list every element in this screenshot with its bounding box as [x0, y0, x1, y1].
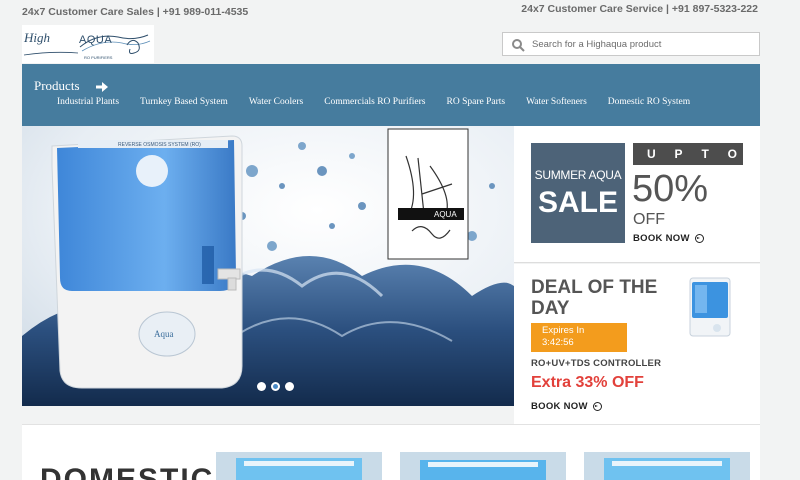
- book-now-label: BOOK NOW: [531, 401, 588, 412]
- nav-item-commercial-ro-purifiers[interactable]: Commercials RO Purifiers: [324, 97, 425, 107]
- logo-tagline: RO PURIFIERS: [84, 55, 113, 60]
- slider-dot-active[interactable]: [271, 382, 280, 391]
- sale-line2: SALE: [537, 186, 618, 219]
- deal-product-image[interactable]: [687, 276, 733, 338]
- discount-off-label: OFF: [633, 211, 665, 228]
- svg-text:Aqua: Aqua: [154, 329, 174, 339]
- expires-label: Expires In: [542, 325, 585, 336]
- nav-item-domestic-ro-system[interactable]: Domestic RO System: [608, 97, 690, 107]
- nav-item-industrial-plants[interactable]: Industrial Plants: [57, 97, 119, 107]
- product-card-image[interactable]: [216, 452, 382, 480]
- products-label[interactable]: Products: [34, 78, 80, 94]
- product-card-image[interactable]: [584, 452, 750, 480]
- slider-dot[interactable]: [257, 382, 266, 391]
- service-contact: 24x7 Customer Care Service | +91 897-532…: [521, 3, 758, 15]
- sale-badge: SUMMER AQUA SALE: [531, 143, 625, 243]
- deal-discount: Extra 33% OFF: [531, 374, 644, 391]
- hero-logo-text: AQUA: [434, 210, 457, 219]
- hero-image: REVERSE OSMOSIS SYSTEM (RO) Aqua AQUA: [22, 126, 514, 406]
- sales-contact: 24x7 Customer Care Sales | +91 989-011-4…: [22, 6, 249, 18]
- products-nav: Products Industrial Plants Turnkey Based…: [22, 64, 760, 126]
- deal-of-the-day: DEAL OF THE DAY Expires In 3:42:56 RO+UV…: [514, 264, 760, 424]
- upto-banner: U P T O: [633, 143, 743, 165]
- play-circle-icon: [592, 402, 602, 411]
- domestic-section: DOMESTIC: [22, 424, 760, 480]
- nav-item-water-softeners[interactable]: Water Softeners: [526, 97, 587, 107]
- sale-book-now-link[interactable]: BOOK NOW: [633, 233, 704, 244]
- nav-items: Industrial Plants Turnkey Based System W…: [57, 97, 757, 107]
- search-icon[interactable]: [511, 38, 525, 52]
- site-logo[interactable]: High AQUA RO PURIFIERS: [22, 25, 154, 63]
- sale-line1: SUMMER AQUA: [534, 168, 622, 182]
- expires-timer: Expires In 3:42:56: [531, 323, 627, 352]
- section-heading: DOMESTIC: [40, 463, 215, 480]
- hero-slider[interactable]: REVERSE OSMOSIS SYSTEM (RO) Aqua AQUA: [22, 126, 514, 406]
- upto-letter: T: [701, 147, 709, 161]
- product-card-image[interactable]: [400, 452, 566, 480]
- upto-letter: P: [674, 147, 683, 161]
- deal-product-name: RO+UV+TDS CONTROLLER: [531, 358, 662, 369]
- top-bar: 24x7 Customer Care Sales | +91 989-011-4…: [0, 0, 800, 24]
- nav-item-ro-spare-parts[interactable]: RO Spare Parts: [447, 97, 506, 107]
- deal-book-now-link[interactable]: BOOK NOW: [531, 401, 602, 412]
- search-input[interactable]: [532, 36, 754, 52]
- upto-letter: O: [727, 147, 737, 161]
- discount-percent: 50%: [632, 168, 709, 210]
- logo-text-high: High: [24, 30, 50, 45]
- summer-sale-promo: SUMMER AQUA SALE U P T O 50% OFF BOOK NO…: [514, 126, 760, 263]
- nav-item-water-coolers[interactable]: Water Coolers: [249, 97, 303, 107]
- logo-text-aqua: AQUA: [79, 34, 113, 46]
- slider-dots: [257, 382, 294, 391]
- search-box: [502, 32, 760, 56]
- arrow-right-icon: [96, 82, 108, 92]
- panel-text: REVERSE OSMOSIS SYSTEM (RO): [118, 142, 201, 148]
- nav-item-turnkey-based-system[interactable]: Turnkey Based System: [140, 97, 228, 107]
- expires-time: 3:42:56: [542, 337, 574, 348]
- upto-letter: U: [647, 147, 656, 161]
- book-now-label: BOOK NOW: [633, 233, 690, 244]
- slider-dot[interactable]: [285, 382, 294, 391]
- deal-title: DEAL OF THE DAY: [531, 277, 658, 319]
- play-circle-icon: [694, 234, 704, 243]
